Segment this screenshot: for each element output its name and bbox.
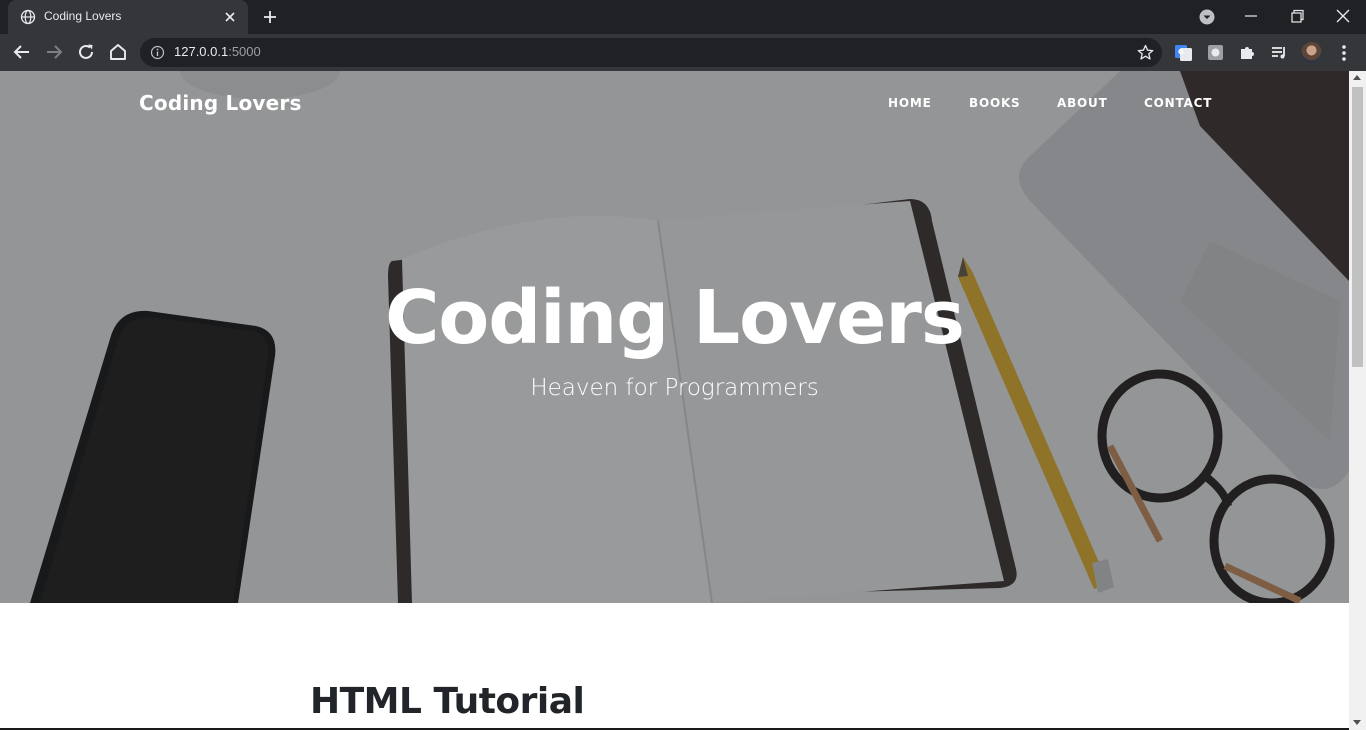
more-menu-icon[interactable] bbox=[1335, 43, 1353, 63]
restore-icon[interactable] bbox=[1286, 6, 1308, 26]
address-bar[interactable]: 127.0.0.1:5000 bbox=[140, 38, 1162, 67]
nav-home[interactable]: HOME bbox=[888, 96, 932, 110]
main-nav: HOME BOOKS ABOUT CONTACT bbox=[0, 96, 1349, 116]
scroll-up-arrow-icon[interactable] bbox=[1353, 75, 1361, 80]
minimize-icon[interactable] bbox=[1240, 6, 1262, 26]
svg-text:G: G bbox=[1178, 48, 1184, 56]
hero-subtitle: Heaven for Programmers bbox=[530, 375, 819, 401]
window-close-icon[interactable] bbox=[1332, 6, 1354, 26]
extension-icon[interactable] bbox=[1206, 43, 1225, 62]
tab-strip: Coding Lovers bbox=[0, 0, 1366, 34]
url-text: 127.0.0.1:5000 bbox=[174, 44, 261, 59]
page-viewport: Coding Lovers HOME BOOKS ABOUT CONTACT C… bbox=[0, 71, 1349, 730]
browser-toolbar: 127.0.0.1:5000 G bbox=[0, 34, 1366, 71]
globe-icon bbox=[20, 9, 36, 25]
tab-search-icon[interactable] bbox=[1198, 8, 1216, 26]
nav-about[interactable]: ABOUT bbox=[1057, 96, 1108, 110]
nav-books[interactable]: BOOKS bbox=[969, 96, 1021, 110]
section-heading: HTML Tutorial bbox=[310, 681, 585, 722]
reload-icon[interactable] bbox=[75, 41, 97, 63]
media-controls-icon[interactable] bbox=[1270, 43, 1289, 62]
profile-avatar[interactable] bbox=[1301, 42, 1322, 63]
url-host: 127.0.0.1 bbox=[174, 44, 229, 59]
google-translate-icon[interactable]: G bbox=[1174, 43, 1193, 62]
plus-icon[interactable] bbox=[260, 7, 280, 27]
scrollbar-thumb[interactable] bbox=[1352, 87, 1363, 367]
page-scrollbar[interactable] bbox=[1349, 71, 1366, 730]
star-icon[interactable] bbox=[1137, 44, 1154, 61]
scroll-down-arrow-icon[interactable] bbox=[1353, 720, 1361, 725]
back-arrow-icon[interactable] bbox=[11, 41, 33, 63]
url-port: :5000 bbox=[228, 44, 261, 59]
home-icon[interactable] bbox=[107, 41, 129, 63]
tab-title: Coding Lovers bbox=[44, 9, 122, 23]
close-icon[interactable] bbox=[222, 9, 238, 25]
hero-title: Coding Lovers bbox=[385, 275, 965, 361]
info-icon[interactable] bbox=[150, 45, 165, 60]
browser-tab[interactable]: Coding Lovers bbox=[8, 0, 248, 34]
hero-section: Coding Lovers HOME BOOKS ABOUT CONTACT C… bbox=[0, 71, 1349, 603]
puzzle-icon[interactable] bbox=[1238, 43, 1257, 62]
nav-contact[interactable]: CONTACT bbox=[1144, 96, 1212, 110]
forward-arrow-icon[interactable] bbox=[43, 41, 65, 63]
